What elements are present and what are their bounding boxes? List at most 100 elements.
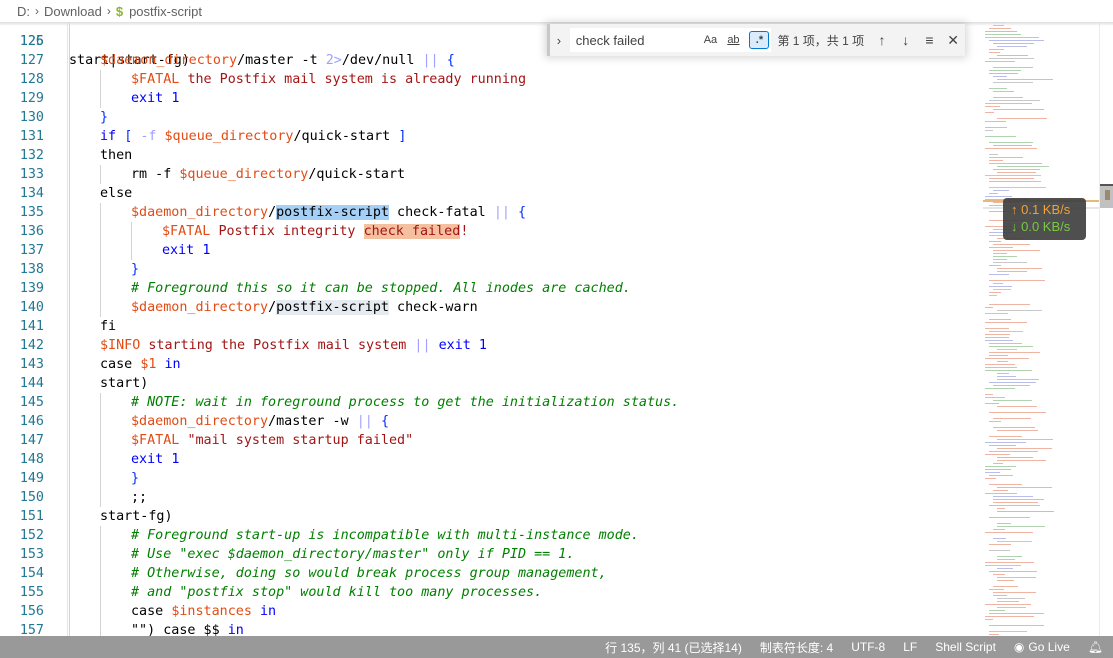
vertical-scrollbar[interactable] [1099,22,1113,636]
code-text: exit 1 [162,243,211,258]
code-line[interactable]: 134 else [0,184,965,203]
code-line[interactable]: 148 exit 1 [0,450,965,469]
code-line[interactable]: 139 # Foreground this so it can be stoppe… [0,279,965,298]
code-line[interactable]: 140 $daemon_directory/postfix-script chec… [0,298,965,317]
code-line[interactable]: 153 # Use "exec $daemon_directory/master"… [0,545,965,564]
language-mode[interactable]: Shell Script [935,640,996,654]
find-input-value[interactable]: check failed [576,33,645,48]
regex-toggle[interactable]: .* [749,31,770,49]
minimap-line [989,52,1000,53]
minimap-line [985,127,1007,128]
line-number: 151 [19,509,44,524]
line-number: 141 [19,319,44,334]
bell-icon[interactable]: 🔔︎ [1088,640,1103,654]
encoding[interactable]: UTF-8 [851,640,885,654]
minimap-line [985,358,1029,359]
whole-word-toggle[interactable]: ab [723,31,743,49]
minimap-line [997,166,1049,167]
minimap-line [985,442,1026,443]
minimap-line [993,169,1040,170]
code-line[interactable]: 142 $INFO starting the Postfix mail syste… [0,336,965,355]
cursor-position[interactable]: 行 135，列 41 (已选择14) [605,639,742,656]
minimap-line [997,607,1026,608]
indent-guide [100,393,101,412]
previous-match-arrow-up-icon[interactable]: ↑ [870,32,894,48]
code-line[interactable]: 137 exit 1 [0,241,965,260]
code-line[interactable]: 146 $daemon_directory/master -w || { [0,412,965,431]
minimap-line [985,340,1013,341]
line-number: 126 [19,34,44,49]
minimap-line [997,376,1016,377]
code-text: # NOTE: wait in foreground process to ge… [131,395,680,410]
indent-guide [100,526,101,545]
breadcrumb-folder[interactable]: Download [44,4,102,19]
code-line[interactable]: 143 case $1 in [0,355,965,374]
minimap-line [985,454,1010,455]
minimap-line [997,310,1042,311]
code-text: "") case $$ in [131,623,244,636]
code-line[interactable]: 150;; [0,488,965,507]
breadcrumb-file[interactable]: postfix-script [129,4,202,19]
code-line[interactable]: 130} [0,108,965,127]
code-line[interactable]: 147 $FATAL "mail system startup failed" [0,431,965,450]
minimap-line [997,430,1038,431]
minimap-line [993,109,1044,110]
code-line[interactable]: 135 $daemon_directory/postfix-script chec… [0,203,965,222]
line-number: 144 [19,376,44,391]
code-line[interactable]: 138} [0,260,965,279]
code-line[interactable]: 145 # NOTE: wait in foreground process to… [0,393,965,412]
code-line[interactable]: 149} [0,469,965,488]
close-icon[interactable]: ✕ [941,32,965,49]
minimap-line [997,118,1047,119]
minimap-line [997,559,1015,560]
minimap-line [989,451,1038,452]
code-line[interactable]: 151 start-fg) [0,507,965,526]
minimap-line [997,487,1052,488]
next-match-arrow-down-icon[interactable]: ↓ [894,32,918,48]
minimap-line [989,292,1001,293]
minimap-line [989,475,1013,476]
end-of-line[interactable]: LF [903,640,917,654]
code-line[interactable]: 131 if [ -f $queue_directory/quick-start … [0,127,965,146]
code-line[interactable]: 133 rm -f $queue_directory/quick-start [0,165,965,184]
code-line[interactable]: 152 # Foreground start-up is incompatible… [0,526,965,545]
minimap-line [993,592,1036,593]
match-case-toggle[interactable]: Aa [701,31,719,49]
minimap-line [997,577,1036,578]
indent-guide [100,621,101,636]
code-text: $daemon_directory/master -w || { [131,414,389,429]
minimap-line [989,49,1004,50]
minimap-line [985,493,1017,494]
find-widget: › check failed Aa ab .* 第 1 项，共 1 项 ↑ ↓ … [547,24,965,56]
minimap-line [989,550,1010,551]
line-number: 130 [19,110,44,125]
tab-size[interactable]: 制表符长度: 4 [760,639,833,656]
code-line[interactable]: 128 $FATAL the Postfix mail system is alr… [0,70,965,89]
code-line[interactable]: 132 then [0,146,965,165]
code-line[interactable]: 157 "") case $$ in [0,621,965,636]
minimap-line [985,307,993,308]
code-line[interactable]: 136 $FATAL Postfix integrity check failed… [0,222,965,241]
indent-guide [69,22,70,636]
code-editor[interactable]: 125 start|start-fg) 126 127 $daemon_direct… [0,22,965,636]
find-input[interactable]: check failed Aa ab .* [569,28,772,52]
minimap-line [989,331,1023,332]
code-line[interactable]: 155 # and "postfix stop" would kill too m… [0,583,965,602]
minimap-line [985,466,1016,467]
minimap-line [989,304,1030,305]
code-text: } [131,471,140,486]
code-line[interactable]: 154 # Otherwise, doing so would break pro… [0,564,965,583]
go-live-button[interactable]: ◉ Go Live [1014,640,1070,654]
find-in-selection-icon[interactable]: ≡ [918,32,942,48]
code-line[interactable]: 144 start) [0,374,965,393]
indent-guide [100,279,101,298]
toggle-replace-chevron-icon[interactable]: › [550,33,568,48]
code-line[interactable]: 156 case $instances in [0,602,965,621]
minimap[interactable] [983,22,1101,636]
minimap-line [993,76,1007,77]
code-line[interactable]: 129 exit 1 [0,89,965,108]
code-line[interactable]: 141 fi [0,317,965,336]
shell-file-icon: $ [115,3,124,19]
minimap-line [985,403,999,404]
breadcrumb-drive[interactable]: D: [17,4,30,19]
